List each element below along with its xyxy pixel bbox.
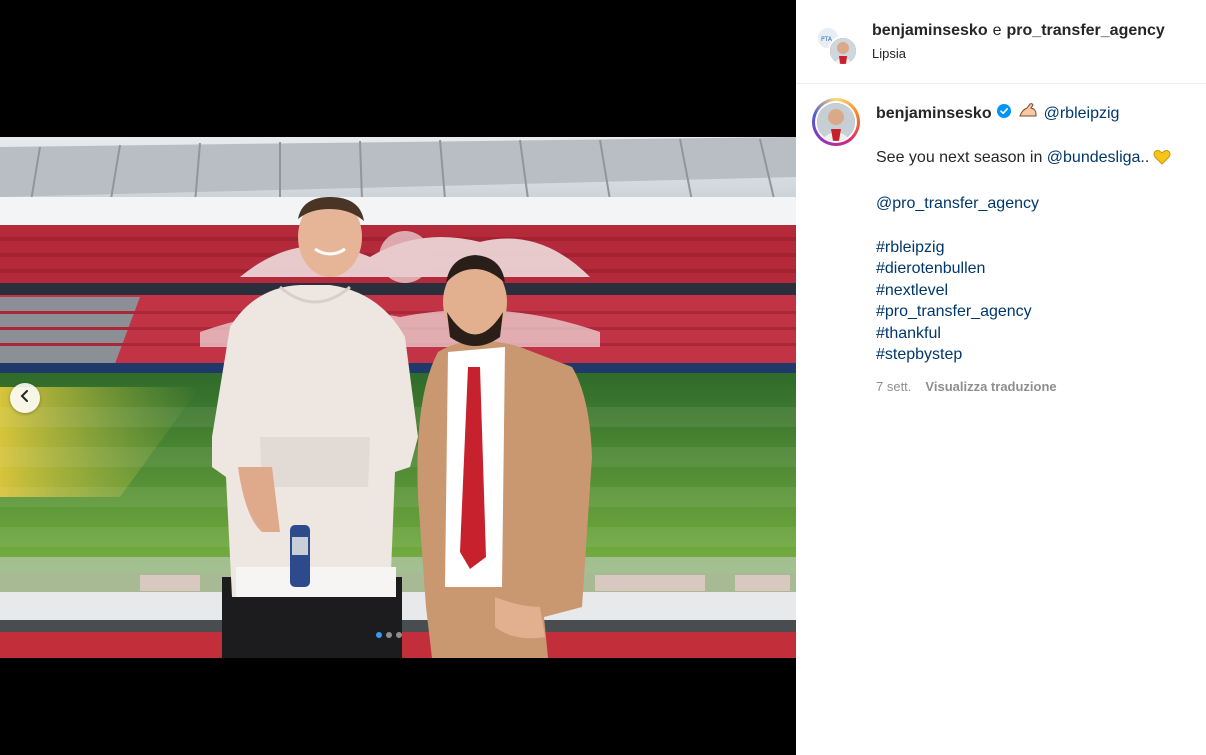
post-time-ago[interactable]: 7 sett. [876,376,911,398]
flexed-biceps-emoji-icon [1018,102,1038,125]
chevron-left-icon [19,389,31,407]
hashtag-link[interactable]: #stepbystep [876,344,1171,366]
avatar-primary [828,35,858,66]
stadium-photo [0,137,796,658]
post-photo[interactable] [0,137,796,658]
carousel-prev-button[interactable] [10,383,40,413]
post-side-panel: PTA benjaminsesko e pro_transfer_agency Li… [796,0,1206,755]
carousel-dot [396,632,402,638]
post-caption: benjaminsesko @rbleipzig See you next se… [796,84,1206,397]
hashtag-link[interactable]: #pro_transfer_agency [876,301,1171,323]
header-username-primary[interactable]: benjaminsesko [872,22,988,39]
carousel-dot [376,632,382,638]
carousel-dots [376,632,402,638]
collab-avatars[interactable]: PTA [814,20,858,66]
hashtag-link[interactable]: #dierotenbullen [876,258,1171,280]
caption-line1-suffix: .. [1140,148,1150,166]
caption-meta: 7 sett. Visualizza traduzione [876,376,1171,398]
header-username-secondary[interactable]: pro_transfer_agency [1007,22,1165,39]
hashtag-link[interactable]: #rbleipzig [876,237,1171,259]
avatar-image [817,103,855,141]
mention-agency-link[interactable]: @pro_transfer_agency [876,193,1171,215]
location-label[interactable]: Lipsia [872,46,1165,61]
caption-avatar[interactable] [812,98,860,146]
verified-badge-icon [996,103,1011,125]
header-joiner: e [992,22,1002,39]
translate-button[interactable]: Visualizza traduzione [925,376,1056,398]
hashtag-link[interactable]: #nextlevel [876,280,1171,302]
carousel-dot [386,632,392,638]
hashtag-link[interactable]: #thankful [876,323,1171,345]
mention-league-link[interactable]: @bundesliga [1047,149,1141,166]
post-header: PTA benjaminsesko e pro_transfer_agency Li… [796,0,1206,84]
yellow-heart-emoji-icon [1153,149,1171,172]
caption-username[interactable]: benjaminsesko [876,103,992,125]
mention-club-link[interactable]: @rbleipzig [1044,103,1120,125]
post-media [0,0,796,755]
caption-line1-text: See you next season in [876,148,1047,166]
